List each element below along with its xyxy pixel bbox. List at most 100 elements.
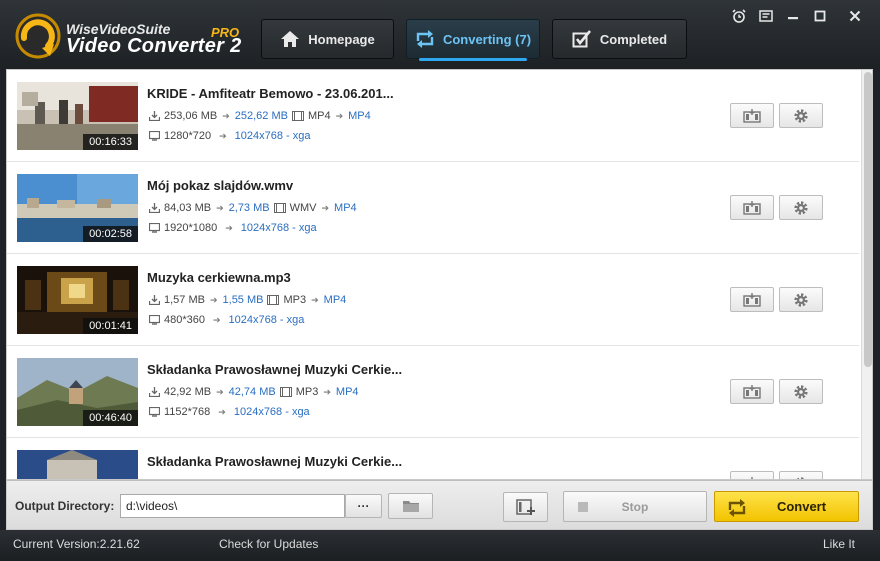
close-button[interactable]	[846, 8, 864, 24]
screen-icon	[149, 407, 160, 417]
format-to[interactable]: MP4	[334, 202, 357, 214]
resolution-to[interactable]: 1024x768 - xga	[229, 314, 305, 326]
screen-icon	[149, 315, 160, 325]
size-format-row: 253,06 MB ➔ 252,62 MB MP4 ➔ MP4	[149, 110, 371, 122]
edit-clip-button[interactable]	[730, 287, 774, 312]
tab-homepage-label: Homepage	[308, 31, 375, 47]
convert-button[interactable]: Convert	[714, 491, 859, 522]
arrow-icon: ➔	[216, 386, 224, 397]
list-item: 00:46:40 Składanka Prawosławnej Muzyki C…	[7, 346, 859, 438]
size-icon	[149, 111, 160, 121]
title-bar: WiseVideoSuite Video Converter 2 PRO Hom…	[0, 0, 880, 69]
arrow-icon: ➔	[213, 314, 221, 325]
folder-icon	[402, 501, 419, 512]
settings-button[interactable]	[779, 195, 823, 220]
edit-clip-icon	[743, 384, 761, 399]
resolution-from: 480*360	[164, 314, 205, 326]
resolution-row: 480*360 ➔ 1024x768 - xga	[149, 314, 304, 326]
settings-button[interactable]	[779, 379, 823, 404]
edit-clip-icon	[743, 292, 761, 307]
video-thumbnail[interactable]: 00:16:33	[17, 82, 138, 150]
tab-completed[interactable]: Completed	[552, 19, 687, 59]
status-bar: Current Version:2.21.62 Check for Update…	[0, 530, 880, 561]
resolution-row: 1280*720 ➔ 1024x768 - xga	[149, 130, 311, 142]
edit-clip-button[interactable]	[730, 379, 774, 404]
gear-icon	[794, 200, 808, 215]
duration-label: 00:02:58	[83, 226, 138, 242]
edit-clip-button[interactable]	[730, 103, 774, 128]
edit-clip-icon	[743, 108, 761, 123]
file-title: Składanka Prawosławnej Muzyki Cerkie...	[147, 454, 403, 469]
maximize-button[interactable]	[811, 8, 829, 24]
edit-clip-button[interactable]	[730, 471, 774, 479]
duration-label: 00:16:33	[83, 134, 138, 150]
screen-icon	[149, 131, 160, 141]
format-from: WMV	[289, 202, 317, 214]
film-icon	[291, 111, 304, 121]
file-title: Mój pokaz slajdów.wmv	[147, 178, 294, 193]
add-to-queue-button[interactable]	[503, 492, 548, 522]
resolution-to[interactable]: 1024x768 - xga	[235, 130, 311, 142]
checkbox-icon	[572, 30, 591, 48]
size-from: 42,92 MB	[164, 386, 212, 398]
gear-icon	[794, 384, 808, 399]
stop-button[interactable]: Stop	[563, 491, 707, 522]
video-thumbnail[interactable]	[17, 450, 138, 479]
list-scrollbar[interactable]	[861, 70, 872, 479]
open-folder-button[interactable]	[388, 493, 433, 519]
format-to[interactable]: MP4	[336, 386, 359, 398]
resolution-from: 1920*1080	[164, 222, 218, 234]
video-thumbnail[interactable]: 00:01:41	[17, 266, 138, 334]
browse-button[interactable]: ···	[345, 494, 382, 518]
arrow-icon: ➔	[219, 130, 227, 141]
format-to[interactable]: MP4	[324, 294, 347, 306]
edit-clip-button[interactable]	[730, 195, 774, 220]
tab-converting-label: Converting (7)	[442, 31, 532, 47]
arrow-icon: ➔	[225, 222, 233, 233]
size-format-row: 1,57 MB ➔ 1,55 MB MP3 ➔ MP4	[149, 294, 346, 306]
arrow-icon: ➔	[311, 294, 319, 305]
output-directory-label: Output Directory:	[15, 499, 115, 513]
video-thumbnail[interactable]: 00:46:40	[17, 358, 138, 426]
resolution-to[interactable]: 1024x768 - xga	[241, 222, 317, 234]
arrow-icon: ➔	[335, 110, 344, 121]
format-to[interactable]: MP4	[348, 110, 371, 122]
screen-icon	[149, 223, 160, 233]
settings-button[interactable]	[779, 287, 823, 312]
convert-arrows-icon	[728, 499, 746, 517]
stop-label: Stop	[621, 499, 649, 514]
arrow-icon: ➔	[222, 110, 230, 121]
size-to: 252,62 MB	[234, 110, 288, 122]
add-queue-icon	[515, 499, 535, 515]
thumbnail-image	[17, 450, 138, 479]
resolution-to[interactable]: 1024x768 - xga	[234, 406, 310, 418]
video-thumbnail[interactable]: 00:02:58	[17, 174, 138, 242]
file-title: Składanka Prawosławnej Muzyki Cerkie...	[147, 362, 403, 377]
film-icon	[273, 203, 286, 213]
output-directory-input[interactable]	[120, 494, 345, 518]
duration-label: 00:01:41	[83, 318, 138, 334]
alarm-button[interactable]	[730, 8, 748, 24]
list-item: Składanka Prawosławnej Muzyki Cerkie...	[7, 438, 859, 479]
tab-homepage[interactable]: Homepage	[261, 19, 394, 59]
settings-button[interactable]	[779, 471, 823, 479]
minimize-button[interactable]	[784, 8, 802, 24]
arrow-icon: ➔	[209, 294, 218, 305]
resolution-row: 1920*1080 ➔ 1024x768 - xga	[149, 222, 317, 234]
like-it-link[interactable]: Like It	[823, 537, 855, 551]
settings-button[interactable]	[779, 103, 823, 128]
active-tab-indicator	[419, 58, 527, 61]
size-icon	[149, 203, 160, 213]
tab-converting[interactable]: Converting (7)	[406, 19, 540, 61]
check-updates-link[interactable]: Check for Updates	[219, 537, 318, 551]
resolution-from: 1152*768	[164, 406, 211, 418]
resolution-row: 1152*768 ➔ 1024x768 - xga	[149, 406, 310, 418]
tab-completed-label: Completed	[599, 31, 668, 47]
list-item: 00:16:33 KRIDE - Amfiteatr Bemowo - 23.0…	[7, 70, 859, 162]
file-title: KRIDE - Amfiteatr Bemowo - 23.06.201...	[147, 86, 394, 101]
arrow-icon: ➔	[321, 202, 330, 213]
convert-label: Convert	[776, 499, 827, 514]
scrollbar-thumb[interactable]	[864, 72, 872, 367]
minimize-icon	[788, 17, 798, 20]
feedback-button[interactable]	[757, 8, 775, 24]
